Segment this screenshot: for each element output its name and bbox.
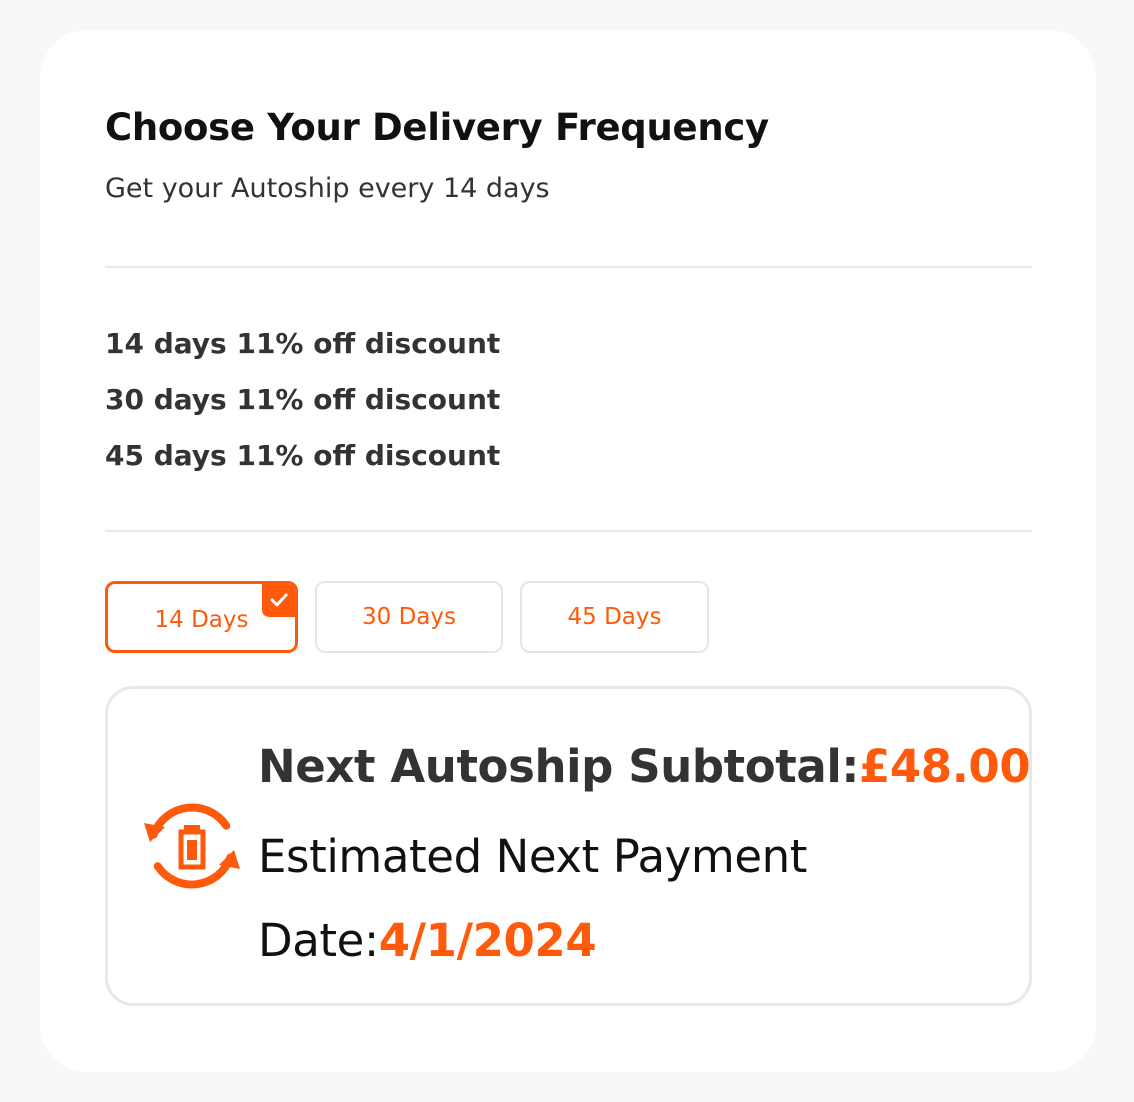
page-title: Choose Your Delivery Frequency (105, 106, 769, 149)
frequency-option-45-days[interactable]: 45 Days (520, 581, 709, 653)
subtotal-label: Next Autoship Subtotal: (258, 740, 859, 793)
frequency-option-label: 45 Days (567, 604, 662, 630)
subtotal-value: £48.00 (858, 740, 1031, 793)
discount-item-14-days: 14 days 11% off discount (105, 327, 501, 360)
selected-check-icon (262, 584, 295, 617)
divider (105, 266, 1032, 268)
subtotal-line: Next Autoship Subtotal:£48.00 (258, 733, 1031, 801)
frequency-option-label: 30 Days (362, 604, 456, 630)
autoship-sync-icon (144, 803, 240, 889)
divider (105, 530, 1032, 532)
autoship-summary-box: Next Autoship Subtotal:£48.00 Estimated … (105, 686, 1032, 1006)
frequency-option-label: 14 Days (154, 607, 249, 633)
discount-item-30-days: 30 days 11% off discount (105, 383, 501, 416)
delivery-frequency-card: Choose Your Delivery Frequency Get your … (40, 30, 1096, 1072)
frequency-option-30-days[interactable]: 30 Days (315, 581, 503, 653)
discount-list: 14 days 11% off discount 30 days 11% off… (105, 322, 500, 490)
summary-text: Next Autoship Subtotal:£48.00 Estimated … (258, 733, 1031, 983)
discount-item-45-days: 45 days 11% off discount (105, 439, 501, 472)
payment-date-line: Estimated Next Payment Date:4/1/2024 (258, 815, 1018, 983)
payment-date-value: 4/1/2024 (378, 914, 597, 967)
page-subtitle: Get your Autoship every 14 days (105, 173, 550, 204)
frequency-option-14-days[interactable]: 14 Days (105, 581, 298, 653)
